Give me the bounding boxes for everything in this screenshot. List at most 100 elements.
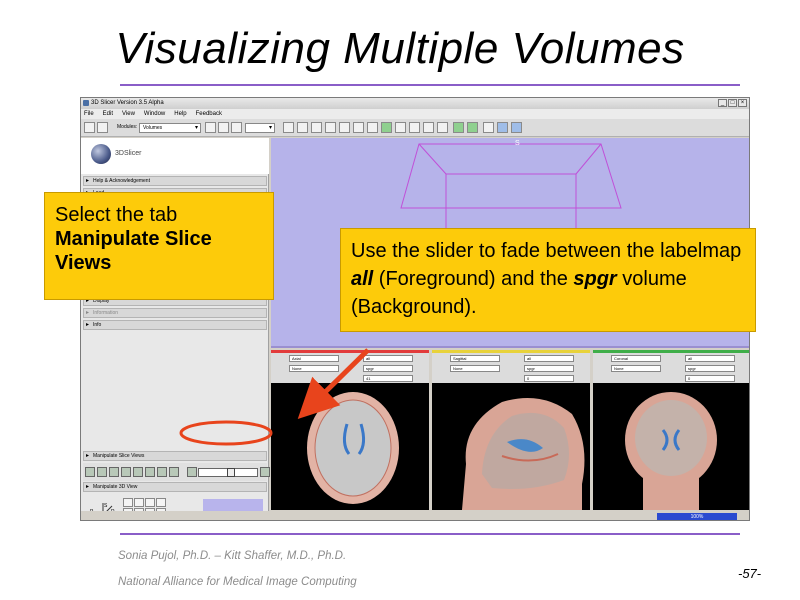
slice-views-controls [83,463,270,481]
window-controls: _ □ × [718,99,747,107]
red-orientation-select[interactable]: Axial [289,355,339,362]
menu-view[interactable]: View [122,109,135,119]
minimize-button[interactable]: _ [718,99,727,107]
callout-right-spgr: spgr [573,268,617,290]
fade-slider-thumb[interactable] [227,468,235,477]
home-icon[interactable] [84,122,95,133]
onlyview-layout-icon[interactable] [353,122,364,133]
slice-view-green[interactable]: Coronal all None spgr 0 [593,350,749,510]
yellow-slice-image [432,384,590,510]
yellow-foreground-select[interactable]: all [524,355,574,362]
redo-icon[interactable] [467,122,478,133]
menu-help[interactable]: Help [174,109,186,119]
slice-view-red[interactable]: Axial all None spgr 41 [271,350,429,510]
forward-icon[interactable] [218,122,229,133]
yellow-background-select[interactable]: None [450,365,500,372]
yellow-orientation-select[interactable]: Sagittal [450,355,500,362]
section-help[interactable]: Help & Acknowledgement [83,176,267,186]
section-manipulate-slice-views[interactable]: Manipulate Slice Views [83,451,267,461]
slice-controller-red: Axial all None spgr 41 [271,353,429,383]
progress-bar: 100% [657,513,737,520]
menu-edit[interactable]: Edit [103,109,113,119]
crosshair-icon[interactable] [133,467,143,477]
annotation-icon[interactable] [145,467,155,477]
section-information[interactable]: Information [83,308,267,318]
back-icon[interactable] [205,122,216,133]
status-bar: 100% [81,511,749,520]
foreground-background-fade-slider[interactable] [198,468,258,477]
modules-label: Modules: [117,124,138,130]
conventional-layout-icon[interactable] [325,122,336,133]
undo-icon[interactable] [453,122,464,133]
red-slice-image [271,384,429,510]
page-number: -57- [738,566,762,581]
zoom-icon[interactable] [134,498,144,507]
fiducial-icon[interactable] [311,122,322,133]
search-icon[interactable] [231,122,242,133]
callout-right-part1: Use the slider to fade between the label… [351,240,742,262]
background-toggle-icon[interactable] [187,467,197,477]
red-foreground-select[interactable]: all [363,355,413,362]
triple-layout-icon[interactable] [437,122,448,133]
green-label-select[interactable]: spgr [685,365,735,372]
yellow-label-select[interactable]: spgr [524,365,574,372]
label-outline-icon[interactable] [109,467,119,477]
place-mode-icon[interactable] [497,122,508,133]
menu-file[interactable]: File [84,109,94,119]
lightbox-icon[interactable] [381,122,392,133]
pan-icon[interactable] [145,498,155,507]
slice-controller-green: Coronal all None spgr 0 [593,353,749,383]
menu-bar: File Edit View Window Help Feedback [81,109,749,119]
callout-left-bold: Manipulate Slice Views [55,228,212,274]
data-icon[interactable] [97,122,108,133]
module-select[interactable]: Volumes [139,123,201,133]
menu-feedback[interactable]: Feedback [196,109,222,119]
red-label-select[interactable]: spgr [363,365,413,372]
maximize-button[interactable]: □ [728,99,737,107]
slide-title: Visualizing Multiple Volumes [115,24,685,73]
dual-layout-icon[interactable] [423,122,434,133]
close-button[interactable]: × [738,99,747,107]
callout-right-all: all [351,268,374,290]
section-info[interactable]: Info [83,320,267,330]
transform-mode-icon[interactable] [511,122,522,133]
window-title: 3D Slicer Version 3.5 Alpha [91,100,164,106]
pick-mode-icon[interactable] [483,122,494,133]
view-icon[interactable] [297,122,308,133]
layout-icon[interactable] [283,122,294,133]
foreground-toggle-icon[interactable] [260,467,270,477]
green-foreground-select[interactable]: all [685,355,735,362]
green-offset-input[interactable]: 0 [685,375,735,382]
field-of-view-icon[interactable] [97,467,107,477]
red-offset-input[interactable]: 41 [363,375,413,382]
section-manipulate-3d-view[interactable]: Manipulate 3D View [83,482,267,492]
title-rule [120,84,740,86]
spatial-unit-icon[interactable] [157,467,167,477]
compare-layout-icon[interactable] [395,122,406,133]
tabbed-layout-icon[interactable] [367,122,378,133]
window-titlebar[interactable]: 3D Slicer Version 3.5 Alpha _ □ × [81,98,749,109]
logo-text: 3DSlicer [115,150,142,157]
fourup-layout-icon[interactable] [339,122,350,133]
module-search-input[interactable] [245,123,275,133]
slice-controller-yellow: Sagittal all None spgr 0 [432,353,590,383]
slicer-logo-icon [91,144,111,164]
callout-left-line1: Select the tab [55,204,178,226]
sideby-layout-icon[interactable] [409,122,420,133]
reset-view-icon[interactable] [156,498,166,507]
toolbar: Modules: Volumes [81,119,749,137]
app-icon [83,100,89,106]
yellow-offset-input[interactable]: 0 [524,375,574,382]
green-slice-image [593,384,749,510]
slice-views: Axial all None spgr 41 Sagittal all None… [271,350,749,510]
compositing-icon[interactable] [169,467,179,477]
green-orientation-select[interactable]: Coronal [611,355,661,362]
menu-window[interactable]: Window [144,109,165,119]
red-background-select[interactable]: None [289,365,339,372]
axis-s-label: S [104,503,108,509]
slice-view-yellow[interactable]: Sagittal all None spgr 0 [432,350,590,510]
green-background-select[interactable]: None [611,365,661,372]
rotate-icon[interactable] [123,498,133,507]
fit-to-window-icon[interactable] [85,467,95,477]
label-opacity-icon[interactable] [121,467,131,477]
